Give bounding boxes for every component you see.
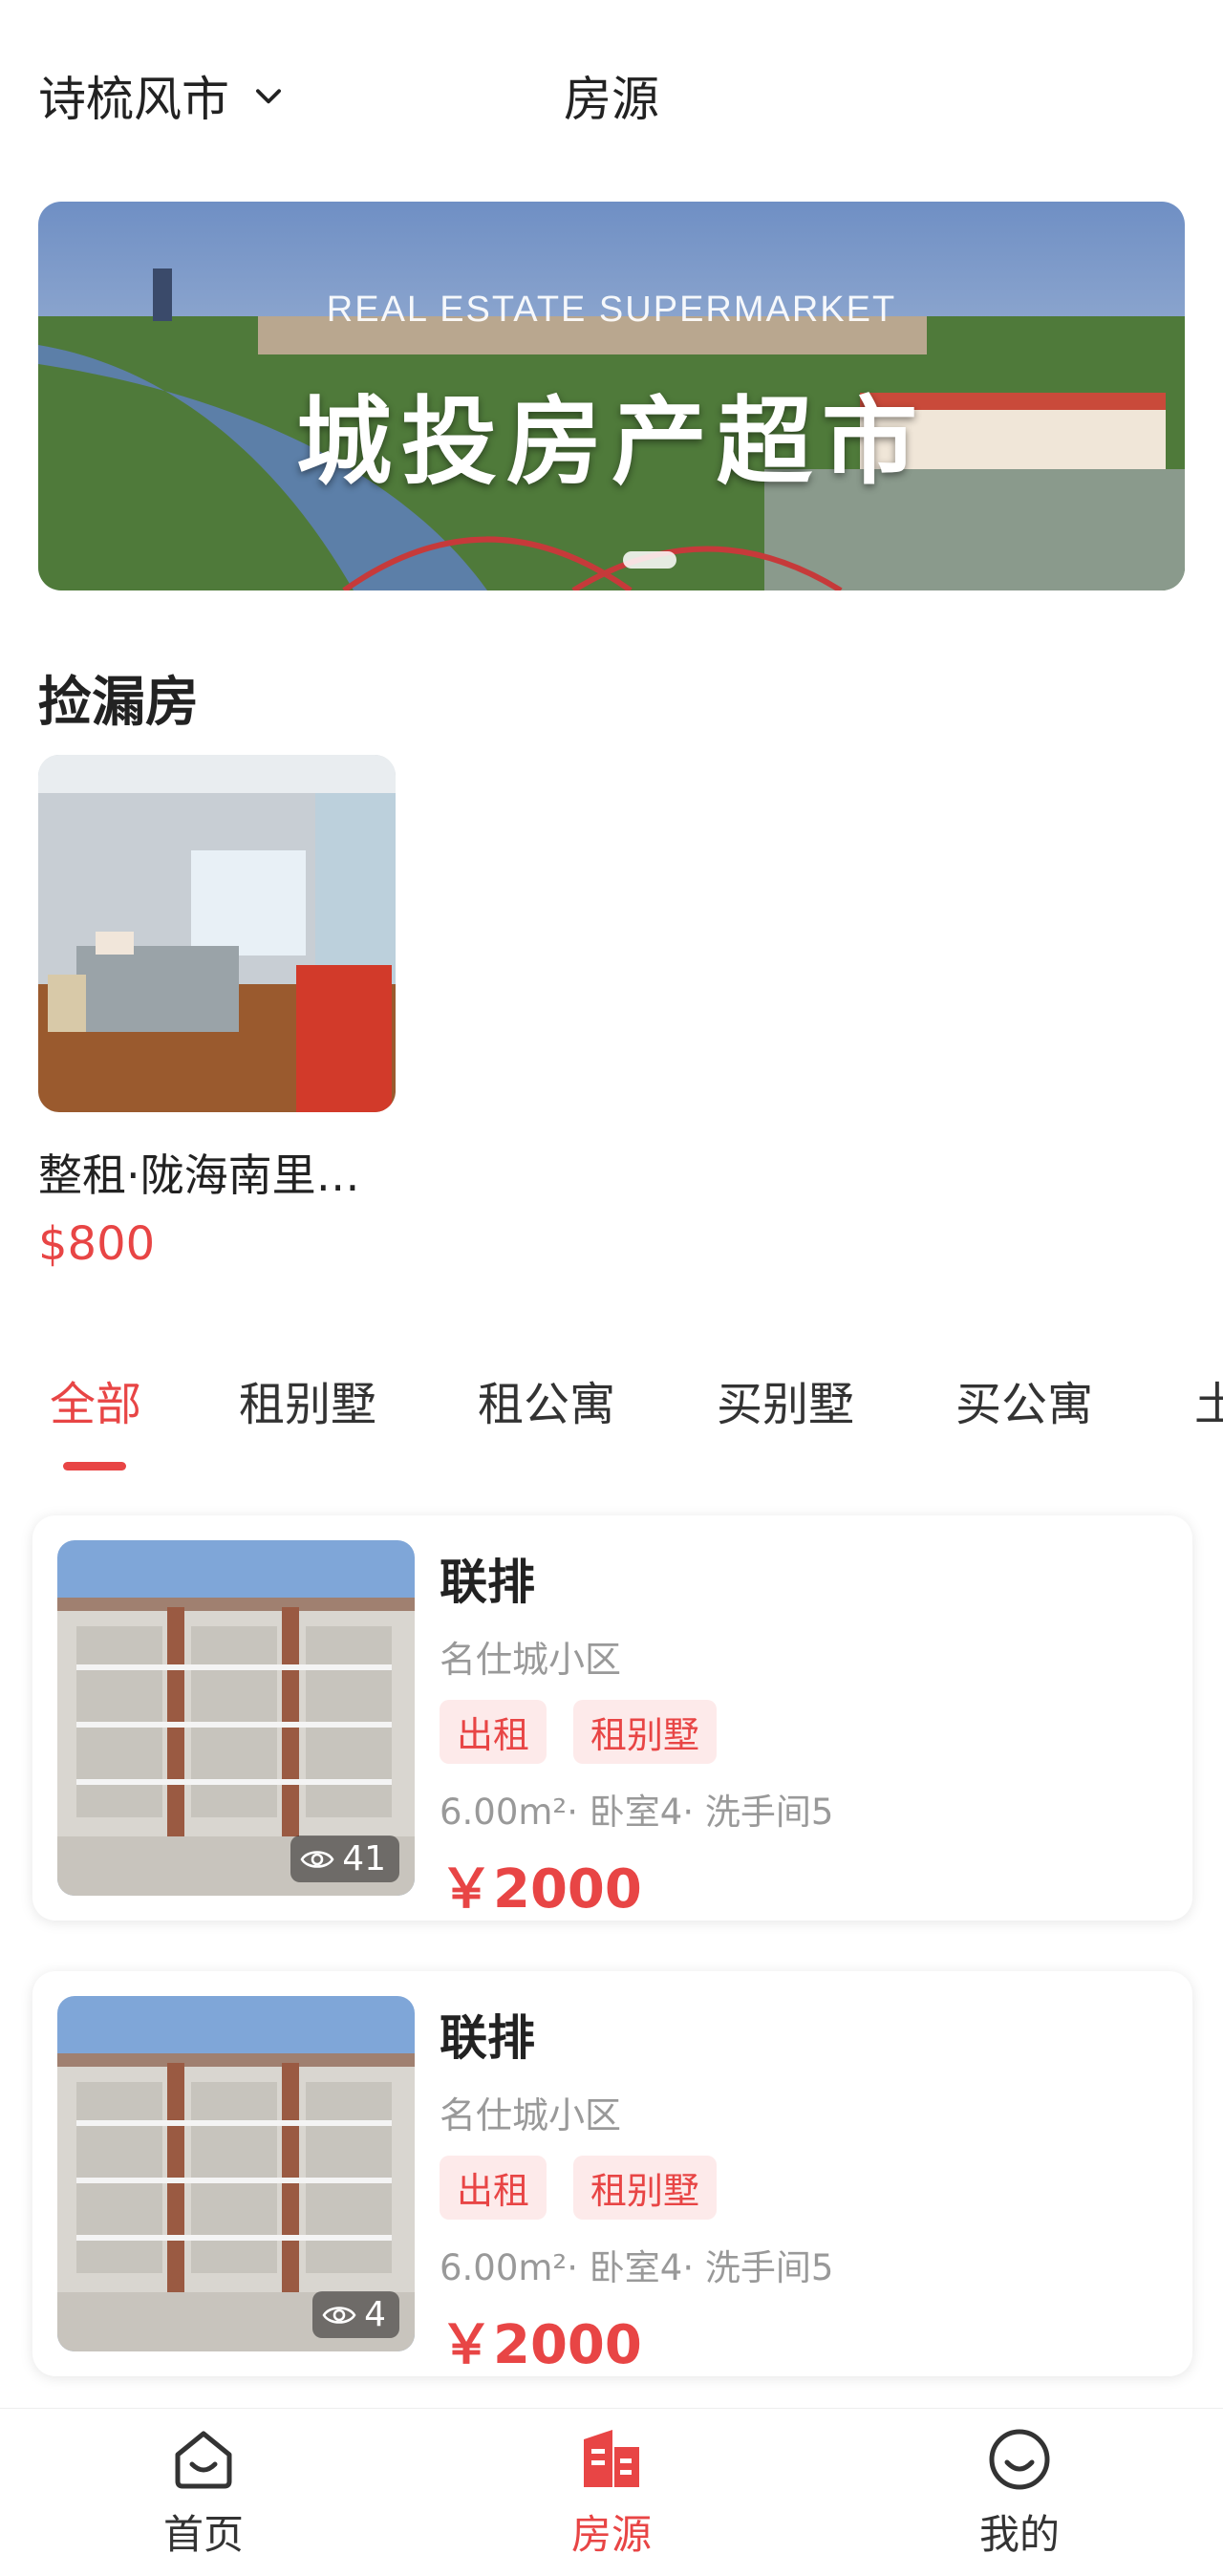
top-bar: 诗梳风市 房源 — [0, 0, 1223, 191]
nav-profile[interactable]: 我的 — [924, 2409, 1115, 2561]
nav-listings[interactable]: 房源 — [516, 2409, 707, 2561]
listing-photo: 41 — [57, 1540, 415, 1896]
carousel-indicator — [623, 551, 676, 569]
banner-subtitle: REAL ESTATE SUPERMARKET — [326, 290, 897, 330]
listing-card[interactable]: 41 联排 名仕城小区 出租 租别墅 6.00m²· 卧室4· 洗手间5 ￥20… — [32, 1515, 1192, 1921]
nav-profile-label: 我的 — [978, 2511, 1060, 2558]
listing-photo: 4 — [57, 1996, 415, 2351]
listing-community: 名仕城小区 — [440, 1639, 622, 1681]
category-tabs: 全部 租别墅 租公寓 买别墅 买公寓 土 — [0, 1366, 1223, 1481]
tab-all[interactable]: 全部 — [50, 1366, 141, 1433]
deal-photo — [38, 755, 396, 1112]
listing-card[interactable]: 4 联排 名仕城小区 出租 租别墅 6.00m²· 卧室4· 洗手间5 ￥200… — [32, 1971, 1192, 2376]
nav-home-label: 首页 — [162, 2511, 244, 2558]
nav-listings-label: 房源 — [570, 2511, 652, 2558]
profile-smile-icon — [989, 2429, 1050, 2490]
view-count-badge: 41 — [290, 1835, 399, 1882]
tab-buy-apartment[interactable]: 买公寓 — [955, 1366, 1093, 1433]
eye-icon — [322, 2306, 356, 2324]
section-title-deals: 捡漏房 — [38, 672, 199, 734]
nav-home[interactable]: 首页 — [108, 2409, 299, 2561]
bottom-navigation: 首页 房源 我的 — [0, 2408, 1223, 2576]
listing-area: 6.00m² — [440, 2247, 568, 2288]
listing-price: ￥2000 — [440, 1858, 642, 1921]
deal-price: $800 — [38, 1217, 156, 1271]
home-smile-icon — [175, 2431, 232, 2489]
listing-area: 6.00m² — [440, 1792, 568, 1833]
view-count: 41 — [342, 1839, 386, 1878]
listing-meta: 6.00m²· 卧室4· 洗手间5 — [440, 2239, 1173, 2290]
tab-rent-apartment[interactable]: 租公寓 — [478, 1366, 615, 1433]
listing-title: 联排 — [440, 1555, 535, 1610]
promo-banner[interactable]: REAL ESTATE SUPERMARKET 城投房产超市 — [38, 202, 1185, 590]
listing-rooms: · 卧室4· 洗手间5 — [567, 1792, 834, 1833]
tag-rent: 出租 — [440, 1700, 547, 1764]
listing-price: ￥2000 — [440, 2314, 642, 2376]
view-count: 4 — [364, 2295, 386, 2334]
tag-rent: 出租 — [440, 2156, 547, 2220]
listing-meta: 6.00m²· 卧室4· 洗手间5 — [440, 1783, 1173, 1835]
tab-land[interactable]: 土 — [1194, 1366, 1223, 1433]
building-icon — [584, 2430, 639, 2487]
tab-buy-villa[interactable]: 买别墅 — [717, 1366, 854, 1433]
view-count-badge: 4 — [312, 2291, 399, 2338]
deal-card[interactable]: 整租·陇海南里… $800 — [38, 755, 396, 1271]
deal-title: 整租·陇海南里… — [38, 1149, 360, 1201]
listing-rooms: · 卧室4· 洗手间5 — [567, 2247, 834, 2288]
page-title: 房源 — [564, 72, 659, 127]
banner-title: 城投房产超市 — [296, 386, 927, 498]
active-tab-indicator — [63, 1462, 126, 1470]
eye-icon — [300, 1850, 334, 1868]
tag-type: 租别墅 — [573, 2156, 718, 2220]
tag-type: 租别墅 — [573, 1700, 718, 1764]
listing-title: 联排 — [440, 2010, 535, 2066]
listing-community: 名仕城小区 — [440, 2094, 622, 2136]
tab-rent-villa[interactable]: 租别墅 — [239, 1366, 376, 1433]
